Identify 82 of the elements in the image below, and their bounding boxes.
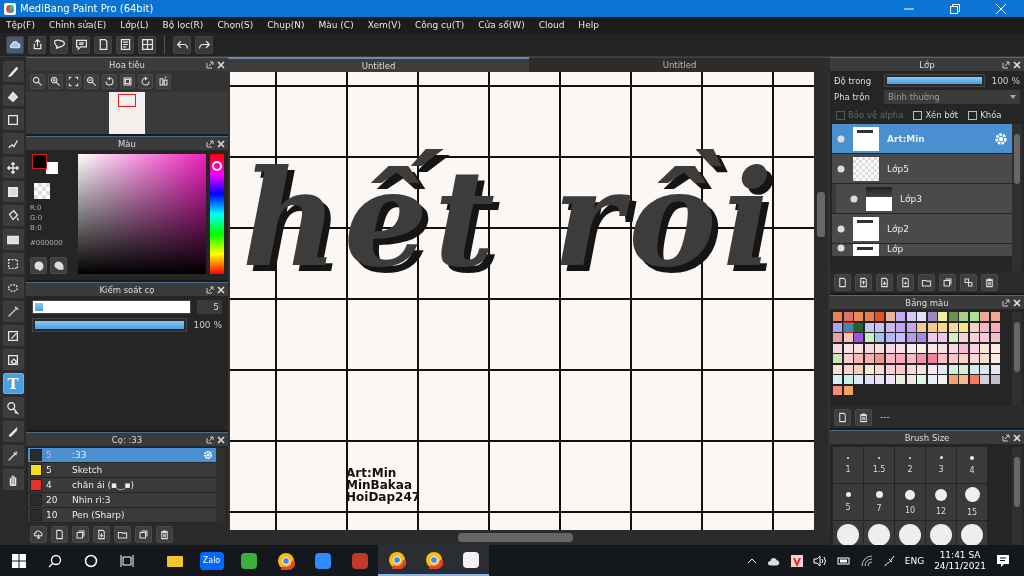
menu-item[interactable]: Bộ lọc(R) [162,20,204,30]
brush-size: 4 [46,480,53,490]
signature-text: MinBakaa [346,479,413,491]
menu-item[interactable]: Chỉnh sửa(E) [48,20,107,30]
layer-name: Art:Min [887,133,926,144]
menu-item[interactable]: Màu (C) [318,20,354,30]
brush-size: 10 [46,510,59,520]
panel-title: Brush Size [904,432,950,443]
brush-size-field[interactable]: 5 [197,300,222,314]
brush-size-label: 5 [845,503,851,512]
brush-name: Sketch [72,465,104,475]
brush-size-cell[interactable]: 12 [926,484,956,520]
menu-item[interactable]: Chọn(S) [217,20,254,30]
window-title: MediBang Paint Pro (64bit) [20,3,155,14]
layer-name: Lớp [887,244,905,254]
brush-item[interactable]: 20 Nhìn rì:3 [28,493,216,507]
layer-item[interactable]: Lớp5 [832,154,1012,183]
signature-text: Art:Min [346,467,397,479]
clock-date: 24/11/2021 [934,560,986,572]
brush-size: 20 [46,495,59,505]
panel-title: Hoa tiêu [109,59,145,70]
panel-title: Bảng màu [905,297,949,308]
menu-item[interactable]: Cửa sổ(W) [478,20,525,30]
brush-size-label: 4 [969,465,975,475]
menu-item[interactable]: Công cụ(T) [414,20,465,30]
brush-size-cell[interactable]: 2 [895,447,925,483]
panel-title: Màu [118,138,136,149]
brush-size-label: 1.5 [872,464,886,474]
blend-mode-label: Pha trộn [834,92,871,102]
brush-size-label: 1 [845,464,851,474]
panel-title: Lớp [919,59,935,70]
menu-item[interactable]: Help [578,20,599,30]
brush-size: 5 [46,465,53,475]
brush-name: Nhìn rì:3 [72,495,112,505]
brush-name: :33 [72,450,88,460]
brush-size: 5 [46,450,53,460]
brush-size-cell[interactable]: 1 [833,447,863,483]
layer-option-checkbox[interactable]: Xén bớt [913,110,959,120]
brush-item[interactable]: 10 Pen (Sharp) [28,508,216,522]
menu-item[interactable]: Chụp(N) [267,20,305,30]
document-tab[interactable]: Untitled [529,57,830,72]
layer-item[interactable]: Lớp3 [832,184,1012,213]
document-tab[interactable]: Untitled [228,57,529,72]
panel-title: Kiểm soát cọ [99,284,155,295]
panel-title: Cọ: :33 [111,434,143,445]
brush-name: chân ái (▪‿▪) [72,480,136,490]
layer-item[interactable]: Lớp [832,244,1012,256]
layer-item[interactable]: Lớp2 [832,214,1012,243]
brush-size-label: 15 [966,508,978,517]
clock[interactable]: 11:41 SA 24/11/2021 [934,549,986,572]
brush-size-cell[interactable]: 3 [926,447,956,483]
app-logo: Zalo [199,551,224,570]
taskbar-app[interactable]: Zalo [193,545,230,576]
layer-name: Lớp2 [887,223,910,234]
brush-name: Pen (Sharp) [72,510,126,520]
brush-size-cell[interactable]: 15 [957,484,987,520]
layer-opacity-reading: 100 % [991,75,1020,86]
layer-name: Lớp3 [900,193,923,204]
brush-size-label: 12 [935,506,947,516]
menu-item[interactable]: Lớp(L) [120,20,149,30]
language-indicator[interactable]: ENG [904,555,925,566]
palette-name: --- [880,412,890,422]
blend-mode-dropdown[interactable]: Bình thường [884,90,1020,104]
brush-size-label: 7 [876,504,882,513]
brush-size-label: 3 [938,465,944,474]
brush-size-cell[interactable]: 7 [864,484,894,520]
brush-item[interactable]: 4 chân ái (▪‿▪) [28,478,216,492]
brush-size-label: 2 [907,464,913,474]
brush-size-cell[interactable]: 4 [957,447,987,483]
opacity-reading: 100 % [193,320,222,330]
layer-option-checkbox[interactable]: Khóa [968,110,1002,120]
brush-size-cell[interactable]: 1.5 [864,447,894,483]
clock-time: 11:41 SA [939,549,981,561]
opacity-label: Độ trong [834,75,873,86]
menu-item[interactable]: Xem(V) [367,20,401,30]
brush-size-label: 10 [904,505,916,515]
layer-name: Lớp5 [887,163,910,174]
brush-size-cell[interactable]: 10 [895,484,925,520]
brush-size-cell[interactable]: 5 [833,484,863,520]
brush-item[interactable]: 5 Sketch [28,463,216,477]
menu-item[interactable]: Tệp(F) [6,20,35,30]
menu-item[interactable]: Cloud [538,20,565,30]
